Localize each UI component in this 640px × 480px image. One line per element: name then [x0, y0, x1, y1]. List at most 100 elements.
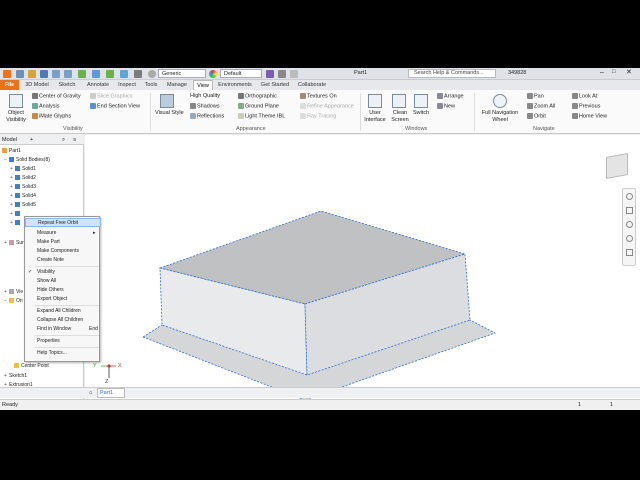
sketch-icon[interactable]: [120, 70, 128, 78]
tree-solid2[interactable]: + Solid2: [10, 174, 36, 182]
menu-item-visibility[interactable]: ✓ Visibility: [25, 268, 101, 277]
end-section-view-button[interactable]: End Section View: [90, 103, 140, 110]
orthographic-button[interactable]: Orthographic: [238, 93, 277, 100]
tab-manage[interactable]: Manage: [163, 80, 191, 90]
orbit-button[interactable]: Orbit: [527, 113, 546, 120]
tab-environments[interactable]: Environments: [215, 80, 255, 90]
user-interface-icon[interactable]: [368, 94, 382, 108]
material-select[interactable]: Generic: [158, 69, 206, 78]
select-icon[interactable]: [92, 70, 100, 78]
tree-center-point[interactable]: Center Point: [14, 362, 49, 370]
viewcube-icon[interactable]: [606, 153, 628, 179]
tree-origin[interactable]: − Ori: [4, 297, 23, 305]
menu-item-measure[interactable]: Measure ▸: [25, 229, 101, 238]
clean-screen-button[interactable]: Clean Screen: [388, 110, 412, 124]
menu-item-properties[interactable]: Properties: [25, 337, 101, 346]
object-visibility-icon[interactable]: [9, 94, 23, 108]
switch-button[interactable]: Switch: [413, 110, 429, 117]
appearance-select[interactable]: Default: [220, 69, 262, 78]
restore-icon[interactable]: □: [612, 69, 616, 76]
object-visibility-button[interactable]: Object Visibility: [3, 110, 29, 124]
menu-item-help-topics[interactable]: Help Topics...: [25, 349, 101, 358]
user-name[interactable]: 349828: [508, 70, 526, 77]
pan-icon[interactable]: [626, 207, 633, 214]
search-icon[interactable]: ⌕: [62, 135, 65, 145]
light-theme-button[interactable]: Light Theme IBL: [238, 113, 285, 120]
graphics-window[interactable]: X Y Z: [85, 135, 640, 401]
tree-solid7[interactable]: +: [10, 219, 22, 227]
tab-part1[interactable]: Part1: [100, 390, 113, 397]
shadows-button[interactable]: Shadows: [190, 103, 220, 110]
fx-icon[interactable]: [278, 70, 286, 78]
new-icon[interactable]: [16, 70, 24, 78]
tree-solid1[interactable]: + Solid1: [10, 165, 36, 173]
menu-item-expand-all[interactable]: Expand All Children: [25, 307, 101, 316]
tree-solid5[interactable]: + Solid5: [10, 201, 36, 209]
tree-solid3[interactable]: + Solid3: [10, 183, 36, 191]
menu-item-make-part[interactable]: Make Part: [25, 238, 101, 247]
high-quality-button[interactable]: High Quality: [190, 93, 220, 100]
menu-item-collapse-all[interactable]: Collapse All Children: [25, 316, 101, 325]
visual-style-button[interactable]: Visual Style: [155, 110, 184, 117]
add-icon[interactable]: +: [30, 135, 33, 145]
tab-collaborate[interactable]: Collaborate: [295, 80, 329, 90]
steering-wheel-icon[interactable]: [626, 193, 633, 200]
tree-solid6[interactable]: +: [10, 210, 22, 218]
zoom-all-button[interactable]: Zoom All: [527, 103, 555, 110]
menu-item-show-all[interactable]: Show All: [25, 277, 101, 286]
pan-button[interactable]: Pan: [527, 93, 544, 100]
menu-item-export-object[interactable]: Export Object: [25, 295, 101, 304]
arrange-button[interactable]: Arrange: [437, 93, 464, 100]
tab-3d-model[interactable]: 3D Model: [22, 80, 52, 90]
redo-icon[interactable]: [64, 70, 72, 78]
textures-on-button[interactable]: Textures On: [300, 93, 337, 100]
open-icon[interactable]: [28, 70, 36, 78]
menu-item-hide-others[interactable]: Hide Others: [25, 286, 101, 295]
app-logo-icon[interactable]: [3, 70, 11, 78]
search-input[interactable]: Search Help & Commands...: [414, 70, 484, 77]
switch-icon[interactable]: [414, 94, 428, 108]
reflections-button[interactable]: Reflections: [190, 113, 224, 120]
orbit-icon[interactable]: [626, 235, 633, 242]
tree-part[interactable]: Part1: [2, 147, 21, 155]
menu-item-make-components[interactable]: Make Components: [25, 247, 101, 256]
tab-annotate[interactable]: Annotate: [83, 80, 113, 90]
tree-sketch1[interactable]: + Sketch1: [4, 372, 27, 380]
ground-plane-button[interactable]: Ground Plane: [238, 103, 279, 110]
tree-solid4[interactable]: + Solid4: [10, 192, 36, 200]
customize-icon[interactable]: [290, 70, 298, 78]
home-icon[interactable]: [78, 70, 86, 78]
tab-sketch[interactable]: Sketch: [55, 80, 79, 90]
clean-screen-icon[interactable]: [392, 94, 406, 108]
undo-icon[interactable]: [52, 70, 60, 78]
previous-button[interactable]: Previous: [572, 103, 600, 110]
tree-solid-bodies[interactable]: − Solid Bodies(8): [4, 156, 50, 164]
save-icon[interactable]: [40, 70, 48, 78]
update-icon[interactable]: [134, 70, 142, 78]
minimize-icon[interactable]: –: [600, 69, 604, 76]
home-tab-icon[interactable]: ⌂: [89, 390, 92, 397]
new-window-button[interactable]: New: [437, 103, 455, 110]
look-at-icon[interactable]: [626, 249, 633, 256]
menu-item-find-in-window[interactable]: Find in Window End: [25, 325, 101, 334]
user-interface-button[interactable]: User Interface: [362, 110, 388, 124]
menu-item-repeat-free-orbit[interactable]: Repeat Free Orbit: [25, 218, 101, 227]
center-of-gravity-button[interactable]: Center of Gravity: [32, 93, 81, 100]
zoom-icon[interactable]: [626, 221, 633, 228]
tab-inspect[interactable]: Inspect: [115, 80, 139, 90]
tree-surface-bodies[interactable]: + Sur: [4, 239, 24, 247]
menu-icon[interactable]: ≡: [73, 135, 76, 145]
visual-style-icon[interactable]: [160, 94, 174, 108]
return-icon[interactable]: [106, 70, 114, 78]
tab-tools[interactable]: Tools: [141, 80, 161, 90]
analysis-button[interactable]: Analysis: [32, 103, 59, 110]
tab-view[interactable]: View: [193, 80, 213, 90]
parameters-icon[interactable]: [266, 70, 274, 78]
menu-item-create-note[interactable]: Create Note: [25, 256, 101, 265]
tree-view[interactable]: + Vie: [4, 288, 23, 296]
full-navigation-wheel-button[interactable]: Full Navigation Wheel: [480, 110, 520, 124]
look-at-button[interactable]: Look At: [572, 93, 597, 100]
tab-file[interactable]: File: [0, 80, 19, 90]
close-icon[interactable]: ✕: [626, 69, 632, 76]
home-view-button[interactable]: Home View: [572, 113, 607, 120]
